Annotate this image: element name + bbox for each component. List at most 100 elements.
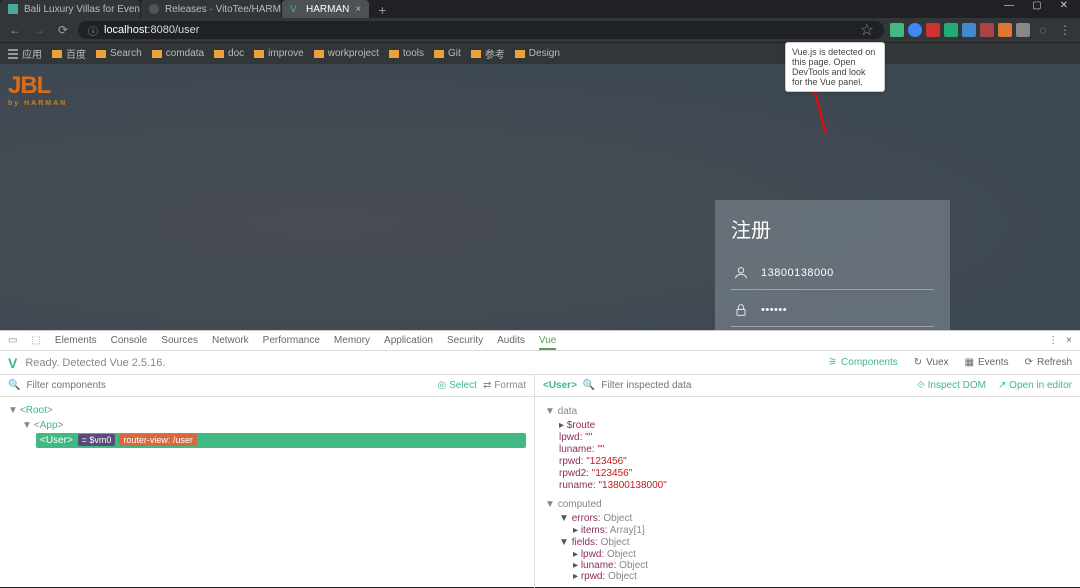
vue-refresh-button[interactable]: ⟳Refresh — [1025, 357, 1072, 368]
ext-icon[interactable] — [944, 23, 958, 37]
data-row[interactable]: rpwd: "123456" — [545, 456, 1070, 467]
ext-icon[interactable] — [926, 23, 940, 37]
profile-icon[interactable]: ◌ — [1034, 21, 1052, 39]
tree-user-selected[interactable]: <User> = $vm0router-view: /user — [36, 433, 526, 448]
back-button[interactable]: ← — [6, 21, 24, 39]
star-icon[interactable]: ☆ — [860, 20, 874, 40]
data-row[interactable]: ▸ $route — [545, 420, 1070, 431]
data-row[interactable]: ▸ luname: Object — [545, 560, 1070, 571]
component-tree-panel: 🔍 ◎Select ⇄Format ▼<Root> ▼<App> <User> … — [0, 375, 535, 588]
folder-icon — [52, 50, 62, 58]
component-tree: ▼<Root> ▼<App> <User> = $vm0router-view:… — [0, 397, 534, 454]
devtools-menu-icon[interactable]: ⋮ — [1048, 335, 1058, 346]
bookmark-item[interactable]: Git — [434, 48, 461, 59]
tab-title: Bali Luxury Villas for Events an — [24, 4, 140, 15]
close-icon[interactable]: × — [355, 4, 361, 15]
inspect-element-icon[interactable]: ▭ — [8, 335, 17, 346]
ext-icon[interactable] — [1016, 23, 1030, 37]
refresh-icon: ⟳ — [1025, 357, 1033, 368]
filter-components-input[interactable] — [26, 380, 431, 391]
ext-icon[interactable] — [980, 23, 994, 37]
data-row[interactable]: ▸ rpwd: Object — [545, 571, 1070, 582]
device-toolbar-icon[interactable]: ⬚ — [31, 335, 40, 346]
bookmark-item[interactable]: improve — [254, 48, 304, 59]
vue-components-tab[interactable]: ⚞Components — [828, 357, 898, 368]
bookmark-item[interactable]: doc — [214, 48, 244, 59]
select-tool[interactable]: ◎Select — [437, 380, 477, 391]
data-row[interactable]: ▸ items: Array[1] — [545, 525, 1070, 536]
favicon-icon — [8, 4, 18, 14]
devtools-close-icon[interactable]: × — [1066, 335, 1072, 346]
data-row[interactable]: ▼ errors: Object — [545, 513, 1070, 524]
data-row[interactable]: runame: "13800138000" — [545, 480, 1070, 491]
browser-tab-1[interactable]: Releases · VitoTee/HARMAN × — [141, 0, 281, 18]
info-icon[interactable]: ⓘ — [88, 23, 98, 38]
apps-button[interactable]: 应用 — [8, 46, 42, 61]
minimize-icon[interactable]: — — [1004, 0, 1014, 11]
vue-events-tab[interactable]: ▦Events — [965, 357, 1009, 368]
bookmark-item[interactable]: comdata — [152, 48, 204, 59]
devtools-tab[interactable]: Console — [111, 335, 148, 346]
folder-icon — [214, 50, 224, 58]
signup-title: 注册 — [731, 214, 934, 243]
close-window-icon[interactable]: ✕ — [1060, 0, 1068, 11]
data-row[interactable]: lpwd: "" — [545, 432, 1070, 443]
vue-logo-icon: V — [8, 355, 17, 371]
devtools-tab[interactable]: Performance — [263, 335, 320, 346]
open-editor-button[interactable]: ↗ Open in editor — [998, 380, 1072, 391]
devtools-tab[interactable]: Network — [212, 335, 249, 346]
devtools-tab[interactable]: Application — [384, 335, 433, 346]
tree-app[interactable]: ▼<App> — [8, 418, 526, 433]
data-row[interactable]: ▸ lpwd: Object — [545, 549, 1070, 560]
format-icon: ⇄ — [483, 380, 491, 391]
devtools-tab[interactable]: Elements — [55, 335, 97, 346]
data-row[interactable]: ▼ fields: Object — [545, 537, 1070, 548]
new-tab-button[interactable]: + — [370, 2, 394, 18]
devtools-tab[interactable]: Sources — [161, 335, 198, 346]
bookmark-item[interactable]: 百度 — [52, 46, 86, 61]
folder-icon — [389, 50, 399, 58]
vue-devtools-icon[interactable] — [890, 23, 904, 37]
maximize-icon[interactable]: ▢ — [1032, 0, 1041, 11]
devtools-tab[interactable]: Security — [447, 335, 483, 346]
computed-section[interactable]: ▼ computed — [545, 499, 1070, 510]
data-row[interactable]: luname: "" — [545, 444, 1070, 455]
filter-data-input[interactable] — [601, 380, 911, 391]
inspect-dom-button[interactable]: ⟐ Inspect DOM — [917, 380, 986, 391]
ext-icon[interactable] — [998, 23, 1012, 37]
menu-icon[interactable]: ⋮ — [1056, 21, 1074, 39]
browser-tab-2[interactable]: V HARMAN × — [282, 0, 369, 18]
eye-icon: ⟐ — [917, 380, 925, 391]
browser-tab-0[interactable]: Bali Luxury Villas for Events an × — [0, 0, 140, 18]
bookmark-item[interactable]: workproject — [314, 48, 379, 59]
vue-status: Ready. Detected Vue 2.5.16. — [25, 357, 165, 369]
devtools-body: 🔍 ◎Select ⇄Format ▼<Root> ▼<App> <User> … — [0, 375, 1080, 588]
extensions: ◌ ⋮ — [890, 21, 1074, 39]
reload-button[interactable]: ⟳ — [54, 21, 72, 39]
devtools-tab-vue[interactable]: Vue — [539, 335, 556, 350]
password-field[interactable]: •••••• — [731, 294, 934, 327]
url-text: localhost:8080/user — [104, 24, 199, 36]
vue-vuex-tab[interactable]: ↻Vuex — [914, 357, 949, 368]
data-row[interactable]: rpwd2: "123456" — [545, 468, 1070, 479]
devtools-tab[interactable]: Audits — [497, 335, 525, 346]
user-icon — [733, 265, 749, 281]
ext-icon[interactable] — [908, 23, 922, 37]
tree-root[interactable]: ▼<Root> — [8, 403, 526, 418]
bookmark-item[interactable]: Design — [515, 48, 560, 59]
format-tool[interactable]: ⇄Format — [483, 380, 526, 391]
folder-icon — [434, 50, 444, 58]
data-section[interactable]: ▼ data — [545, 406, 1070, 417]
bookmark-item[interactable]: tools — [389, 48, 424, 59]
lock-icon — [733, 302, 749, 318]
address-bar: ← → ⟳ ⓘ localhost:8080/user ☆ ◌ ⋮ — [0, 18, 1080, 42]
vue-toolbar: V Ready. Detected Vue 2.5.16. ⚞Component… — [0, 351, 1080, 375]
bookmark-item[interactable]: 参考 — [471, 46, 505, 61]
devtools-tab[interactable]: Memory — [334, 335, 370, 346]
ext-icon[interactable] — [962, 23, 976, 37]
forward-button[interactable]: → — [30, 21, 48, 39]
bookmark-item[interactable]: Search — [96, 48, 142, 59]
search-icon: 🔍 — [583, 380, 595, 391]
username-field[interactable]: 13800138000 — [731, 257, 934, 290]
url-input[interactable]: ⓘ localhost:8080/user ☆ — [78, 21, 884, 39]
